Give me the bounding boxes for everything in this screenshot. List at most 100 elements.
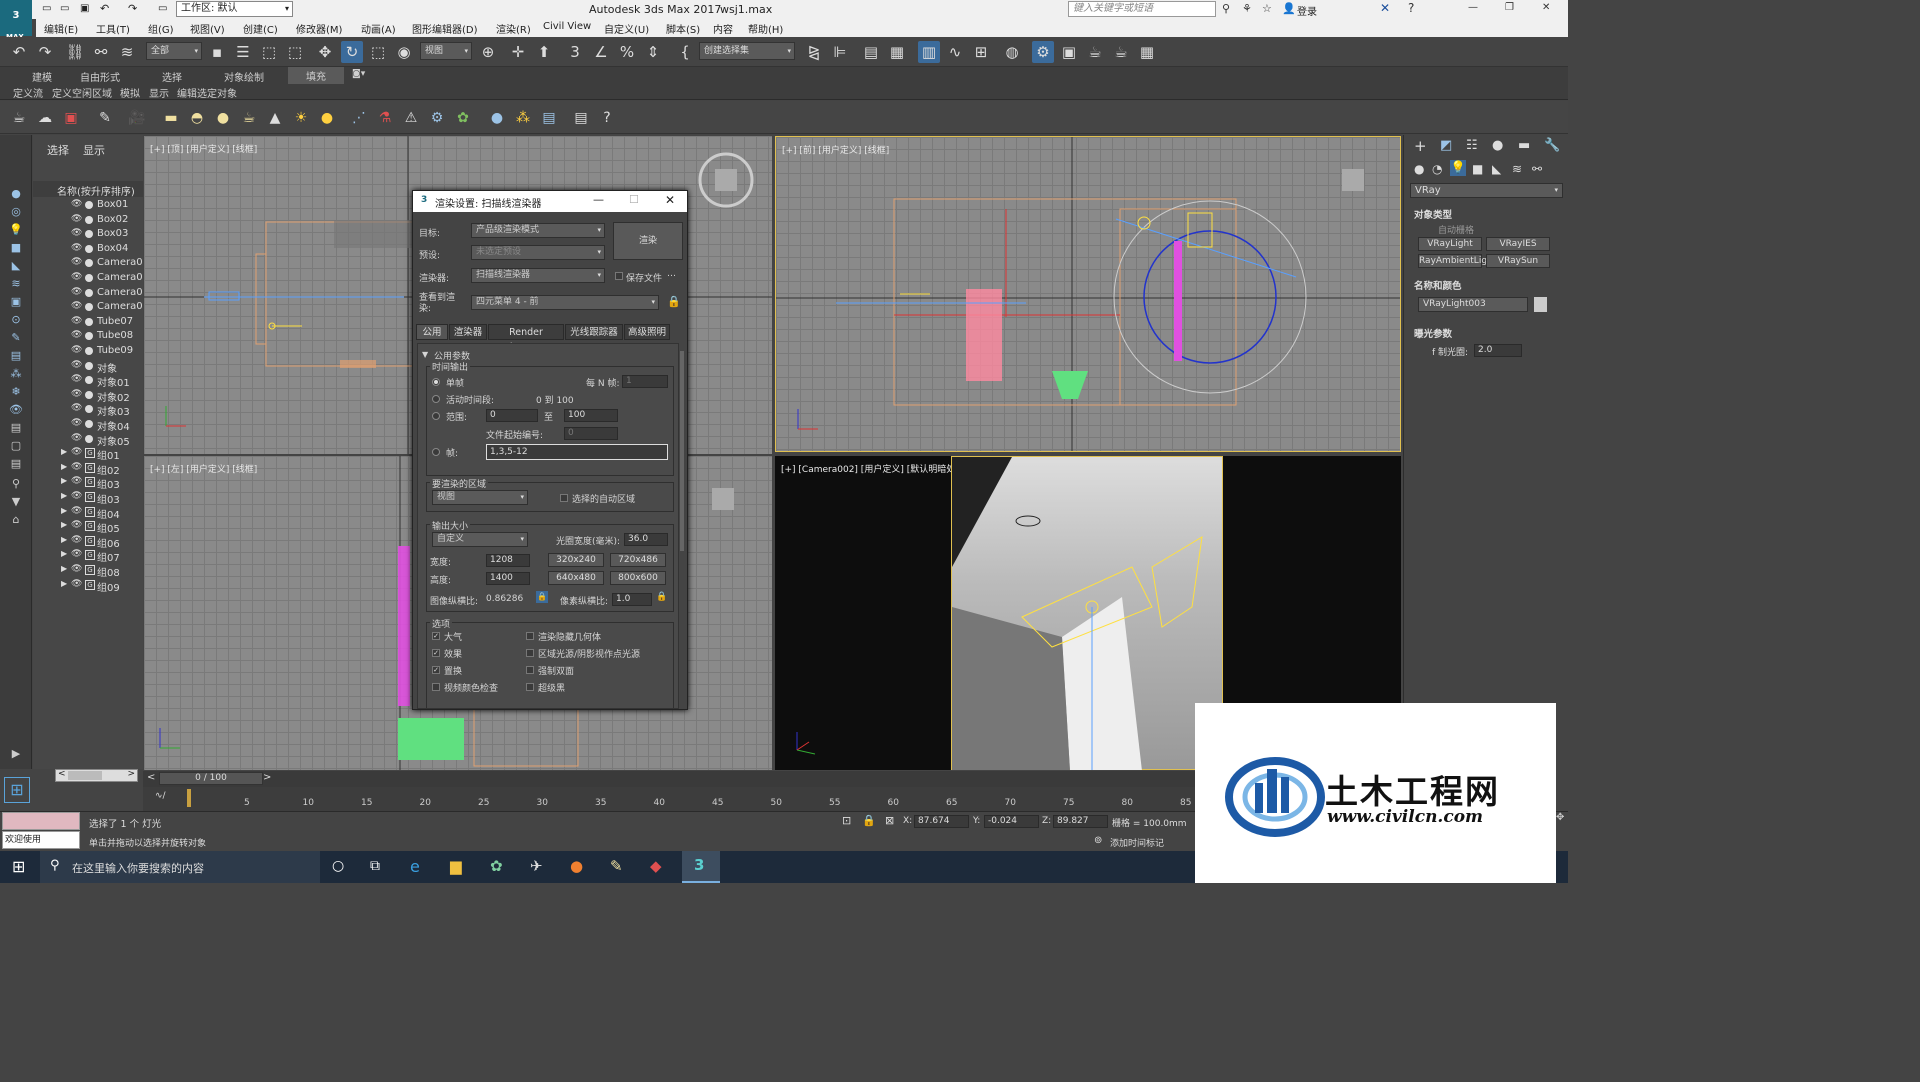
z-coordinate-spinner[interactable]: 89.827 bbox=[1053, 815, 1108, 828]
help-icon[interactable]: ? bbox=[1408, 1, 1414, 15]
cloud-icon[interactable]: ☁ bbox=[36, 109, 54, 127]
layer-explorer-icon[interactable]: ▤ bbox=[860, 41, 882, 63]
scene-group-row[interactable]: ▶ 👁 G 组06 bbox=[33, 535, 143, 550]
window-crossing-icon[interactable]: ⬚ bbox=[284, 41, 306, 63]
ribbon-tab-object-paint[interactable]: 对象绘制 bbox=[224, 69, 264, 84]
edit-named-sets-icon[interactable]: { bbox=[674, 41, 696, 63]
selection-lock-icon[interactable]: 🔒 bbox=[862, 814, 876, 827]
scene-object-row[interactable]: 👁 Box04 bbox=[33, 243, 143, 257]
edge-icon[interactable]: e bbox=[410, 857, 420, 876]
scene-object-row[interactable]: 👁 对象03 bbox=[33, 403, 143, 418]
scene-object-row[interactable]: 👁 Box02 bbox=[33, 214, 143, 228]
auto-region-checkbox[interactable] bbox=[560, 494, 568, 502]
scene-object-row[interactable]: 👁 Camera0 bbox=[33, 257, 143, 271]
menu-scripting[interactable]: 脚本(S) bbox=[666, 21, 700, 36]
visibility-eye-icon[interactable]: 👁 bbox=[71, 491, 82, 501]
3dsmax-taskbar-button[interactable]: 3 bbox=[682, 851, 720, 883]
scene-converter-icon[interactable]: ▤ bbox=[540, 109, 558, 127]
ribbon-tab-modeling[interactable]: 建模 bbox=[32, 69, 52, 84]
light-lister-icon[interactable]: ✎ bbox=[96, 109, 114, 127]
render-teapot-icon[interactable]: ☕ bbox=[1084, 41, 1106, 63]
gear-icon[interactable]: ⚙ bbox=[428, 109, 446, 127]
camera-icon[interactable]: 🎥 bbox=[128, 109, 146, 127]
visibility-eye-icon[interactable]: 👁 bbox=[71, 389, 82, 399]
toggle-ribbon-icon[interactable]: ▦ bbox=[886, 41, 908, 63]
menu-content[interactable]: 内容 bbox=[713, 21, 733, 36]
scene-object-name[interactable]: Box01 bbox=[97, 199, 128, 210]
range-to-spinner[interactable]: 100 bbox=[564, 409, 618, 422]
link-icon[interactable]: ⛓ bbox=[64, 41, 86, 63]
maximize-button[interactable]: ❐ bbox=[1505, 2, 1514, 13]
width-spinner[interactable]: 1208 bbox=[486, 554, 530, 567]
autogrid-label[interactable]: 自动栅格 bbox=[1438, 223, 1474, 236]
expand-arrow-icon[interactable]: ▶ bbox=[61, 462, 67, 471]
app-logo[interactable]: 3MAX bbox=[0, 0, 32, 41]
help-circle-icon[interactable]: ? bbox=[598, 109, 616, 127]
undo-icon[interactable]: ↶ bbox=[100, 2, 109, 15]
select-by-name-icon[interactable]: ☰ bbox=[232, 41, 254, 63]
area-to-render-select[interactable]: 视图 ▾ bbox=[432, 490, 528, 505]
frames-radio[interactable] bbox=[432, 448, 440, 456]
target-select[interactable]: 产品级渲染模式 ▾ bbox=[471, 223, 605, 238]
file-explorer-icon[interactable]: ▆ bbox=[450, 857, 462, 875]
scene-object-row[interactable]: 👁 Tube08 bbox=[33, 330, 143, 344]
scene-group-row[interactable]: ▶ 👁 G 组03 bbox=[33, 476, 143, 491]
scene-object-name[interactable]: Box03 bbox=[97, 228, 128, 239]
menu-tools[interactable]: 工具(T) bbox=[96, 21, 130, 36]
visibility-eye-icon[interactable]: 👁 bbox=[71, 433, 82, 443]
scene-group-name[interactable]: 组05 bbox=[97, 520, 120, 535]
scene-group-row[interactable]: ▶ 👁 G 组05 bbox=[33, 520, 143, 535]
scene-group-row[interactable]: ▶ 👁 G 组09 bbox=[33, 579, 143, 594]
expand-arrow-icon[interactable]: ▶ bbox=[61, 506, 67, 515]
current-frame-marker[interactable] bbox=[187, 789, 191, 807]
time-slider-thumb[interactable]: 0 / 100 bbox=[159, 772, 263, 785]
filter-particles-icon[interactable]: ⁂ bbox=[8, 367, 24, 381]
object-type-header[interactable]: 对象类型 bbox=[1414, 207, 1452, 221]
open-file-icon[interactable]: ▭ bbox=[60, 3, 69, 14]
rollout-collapse-icon[interactable]: ▼ bbox=[422, 350, 428, 359]
scene-object-name[interactable]: Box02 bbox=[97, 214, 128, 225]
image-icon[interactable]: ▣ bbox=[62, 109, 80, 127]
name-color-header[interactable]: 名称和颜色 bbox=[1414, 278, 1462, 292]
preset-720x486-button[interactable]: 720x486 bbox=[610, 553, 666, 567]
file-export-icon[interactable]: ▤ bbox=[572, 109, 590, 127]
scene-object-name[interactable]: Camera0 bbox=[97, 272, 143, 283]
visibility-eye-icon[interactable]: 👁 bbox=[71, 564, 82, 574]
visibility-eye-icon[interactable]: 👁 bbox=[71, 374, 82, 384]
scene-object-row[interactable]: 👁 对象04 bbox=[33, 418, 143, 433]
skylight-icon[interactable]: ● bbox=[318, 109, 336, 127]
visibility-eye-icon[interactable]: 👁 bbox=[71, 535, 82, 545]
view-to-render-select[interactable]: 四元菜单 4 - 前 ▾ bbox=[471, 295, 659, 310]
preset-640x480-button[interactable]: 640x480 bbox=[548, 571, 604, 585]
expand-arrow-icon[interactable]: ▶ bbox=[61, 564, 67, 573]
file-number-base-spinner[interactable]: 0 bbox=[564, 427, 618, 440]
time-tag-icon[interactable]: ⊚ bbox=[1094, 835, 1102, 846]
scroll-thumb[interactable] bbox=[68, 771, 102, 780]
visibility-eye-icon[interactable]: 👁 bbox=[71, 549, 82, 559]
menu-animation[interactable]: 动画(A) bbox=[361, 21, 396, 36]
pivot-center-icon[interactable]: ⊕ bbox=[477, 41, 499, 63]
aspect-lock-icon[interactable]: 🔒 bbox=[536, 591, 548, 603]
render-button[interactable]: 渲染 bbox=[613, 222, 683, 260]
scene-group-name[interactable]: 组09 bbox=[97, 579, 120, 594]
visibility-eye-icon[interactable]: 👁 bbox=[71, 287, 82, 297]
scene-object-name[interactable]: Camera0 bbox=[97, 287, 143, 298]
search-input[interactable]: 键入关键字或短语 bbox=[1068, 1, 1216, 17]
curve-editor-icon[interactable]: ∿ bbox=[944, 41, 966, 63]
expand-arrow-icon[interactable]: ▶ bbox=[61, 520, 67, 529]
render-setup-icon[interactable]: ⚙ bbox=[1032, 41, 1054, 63]
light-category-select[interactable]: VRay ▾ bbox=[1410, 183, 1563, 198]
viewport-camera-label[interactable]: [+] [Camera002] [用户定义] [默认明暗处理] bbox=[781, 462, 968, 475]
workspace-select[interactable]: 工作区: 默认 ▾ bbox=[176, 1, 293, 17]
x-coordinate-spinner[interactable]: 87.674 bbox=[914, 815, 969, 828]
displacement-checkbox[interactable]: ✓ bbox=[432, 666, 440, 674]
scene-object-name[interactable]: 对象05 bbox=[97, 433, 130, 448]
visibility-eye-icon[interactable]: 👁 bbox=[71, 506, 82, 516]
ribbon-define-flows[interactable]: 定义流 bbox=[13, 85, 43, 100]
maxscript-welcome[interactable]: 欢迎使用 MAXScri bbox=[2, 831, 80, 861]
render-hidden-checkbox[interactable] bbox=[526, 632, 534, 640]
tab-advanced-lighting[interactable]: 高级照明 bbox=[624, 324, 670, 340]
cortana-icon[interactable]: ○ bbox=[332, 858, 344, 874]
super-black-checkbox[interactable] bbox=[526, 683, 534, 691]
percent-snap-icon[interactable]: % bbox=[616, 41, 638, 63]
